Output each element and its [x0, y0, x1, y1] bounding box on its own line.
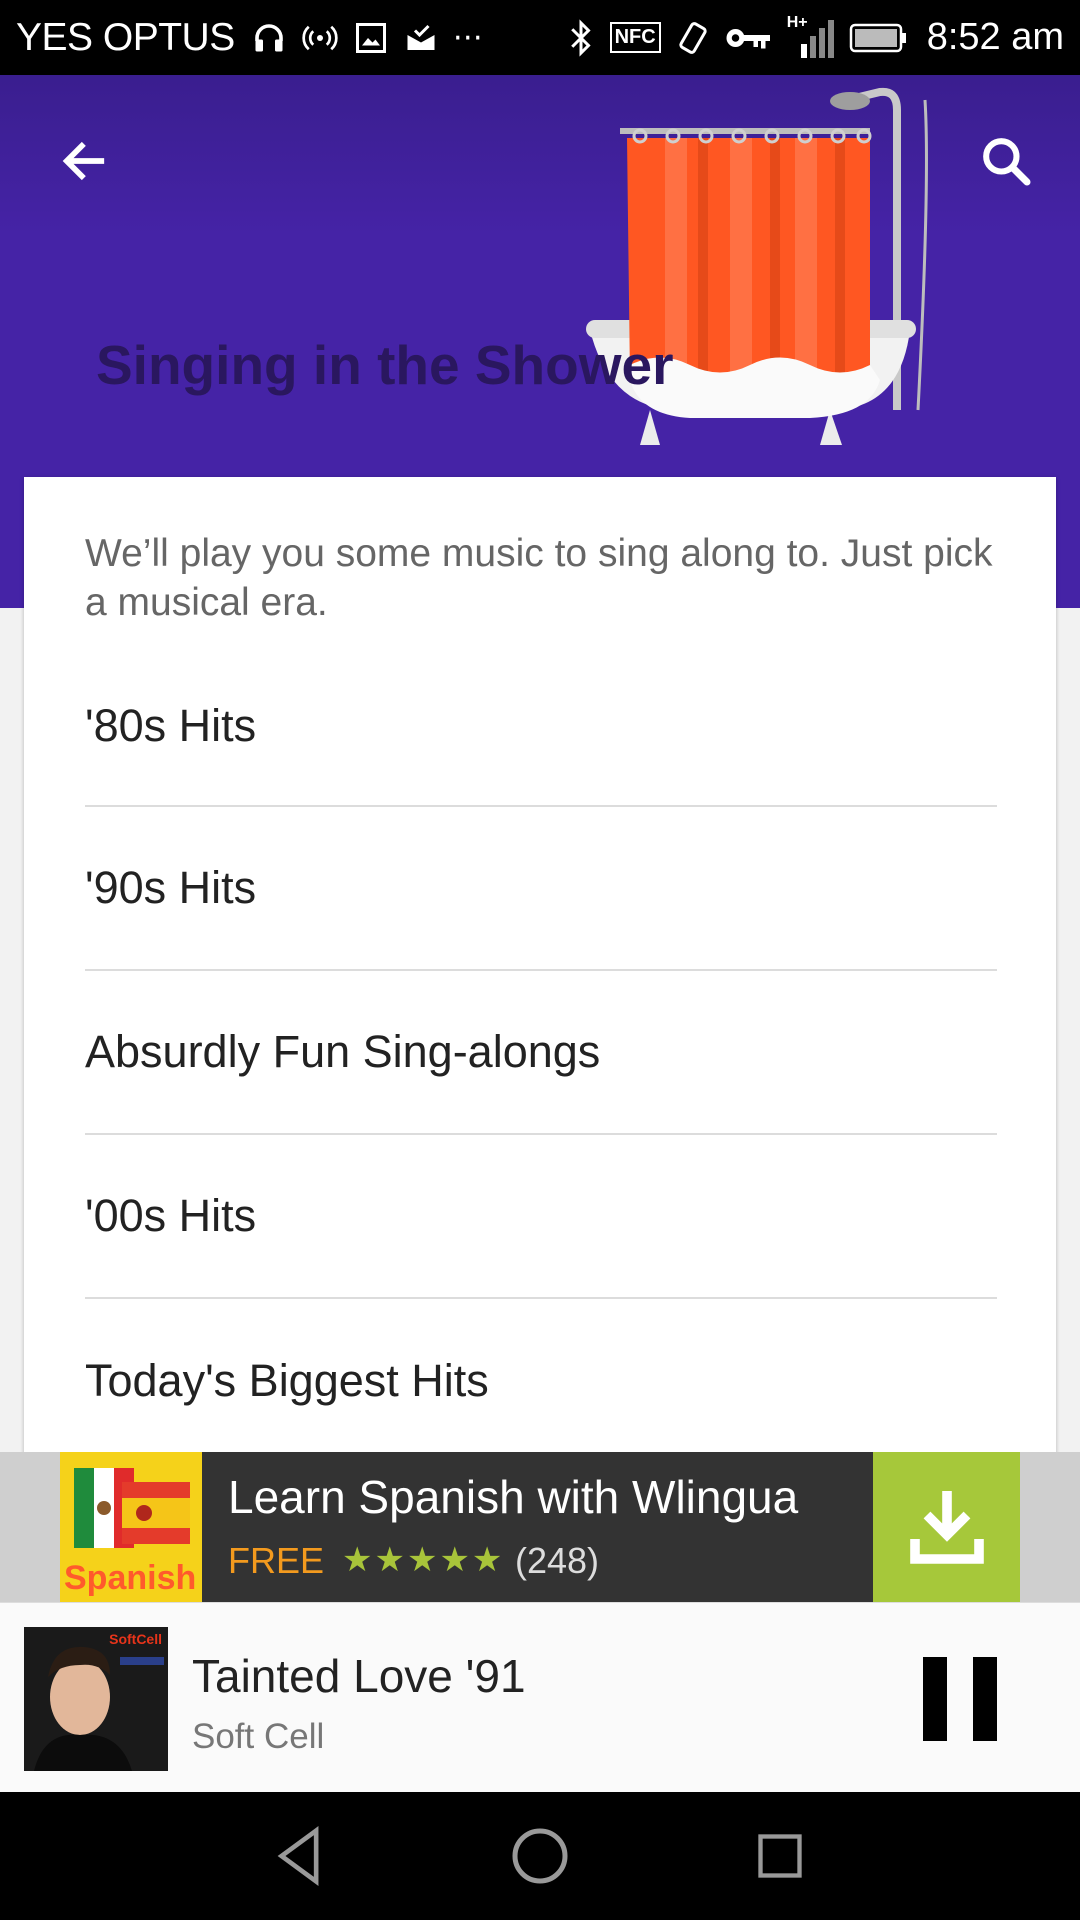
status-bar: YES OPTUS ⋯ NFC H+ 8:52 am: [0, 0, 1080, 75]
pause-icon: [923, 1657, 947, 1741]
page-title: Singing in the Shower: [96, 334, 674, 396]
key-icon: [726, 28, 770, 48]
bluetooth-icon: [570, 18, 591, 57]
more-notifications-icon: ⋯: [452, 21, 483, 54]
system-nav-bar: [0, 1792, 1080, 1920]
nav-recents-button[interactable]: [740, 1816, 820, 1896]
nfc-icon: NFC: [609, 22, 661, 53]
list-item[interactable]: '80s Hits: [85, 647, 997, 807]
search-icon: [983, 138, 1031, 186]
mail-check-icon: [407, 24, 435, 50]
back-button[interactable]: [48, 125, 120, 197]
ad-logo-label: Spanish: [64, 1559, 197, 1597]
triangle-back-icon: [277, 1826, 319, 1886]
arrow-back-icon: [62, 141, 105, 181]
ad-title: Learn Spanish with Wlingua: [228, 1471, 799, 1523]
nav-back-button[interactable]: [260, 1816, 340, 1896]
album-art[interactable]: SoftCell: [24, 1627, 168, 1771]
ad-download-button[interactable]: [873, 1452, 1020, 1602]
battery-icon: [849, 23, 906, 52]
circle-home-icon: [512, 1828, 568, 1884]
signal-icon: H+: [787, 14, 835, 60]
track-title: Tainted Love '91: [192, 1650, 526, 1702]
nav-home-button[interactable]: [500, 1816, 580, 1896]
clock: 8:52 am: [926, 16, 1064, 58]
download-icon: [909, 1491, 984, 1564]
pause-button[interactable]: [910, 1649, 1010, 1749]
era-list-card: We’ll play you some music to sing along …: [24, 477, 1056, 1477]
vibrate-icon: [679, 21, 707, 54]
list-item[interactable]: '90s Hits: [85, 807, 997, 971]
ad-app-logo: Spanish: [60, 1452, 202, 1602]
ad-banner[interactable]: Spanish Learn Spanish with Wlingua FREE …: [0, 1452, 1080, 1602]
list-item[interactable]: '00s Hits: [85, 1135, 997, 1299]
ad-review-count: (248): [515, 1540, 600, 1581]
era-list: '80s Hits '90s Hits Absurdly Fun Sing-al…: [85, 647, 997, 1463]
pause-icon: [973, 1657, 997, 1741]
album-cover-image: [24, 1627, 168, 1771]
intro-text: We’ll play you some music to sing along …: [85, 532, 993, 624]
album-badge: SoftCell: [109, 1631, 162, 1647]
ad-content[interactable]: Spanish Learn Spanish with Wlingua FREE …: [60, 1452, 1020, 1602]
ad-rating-stars: ★★★★★: [342, 1541, 505, 1579]
ad-price: FREE: [228, 1540, 325, 1581]
square-recents-icon: [758, 1834, 802, 1878]
headphones-icon: [254, 23, 283, 51]
gallery-icon: [355, 22, 386, 53]
list-item[interactable]: Today's Biggest Hits: [85, 1299, 997, 1463]
carrier-name: YES OPTUS: [16, 15, 235, 59]
hotspot-icon: [302, 25, 338, 50]
list-item[interactable]: Absurdly Fun Sing-alongs: [85, 971, 997, 1135]
now-playing-bar[interactable]: SoftCell Tainted Love '91 Soft Cell: [0, 1602, 1080, 1792]
track-artist: Soft Cell: [192, 1717, 325, 1756]
search-button[interactable]: [970, 125, 1042, 197]
